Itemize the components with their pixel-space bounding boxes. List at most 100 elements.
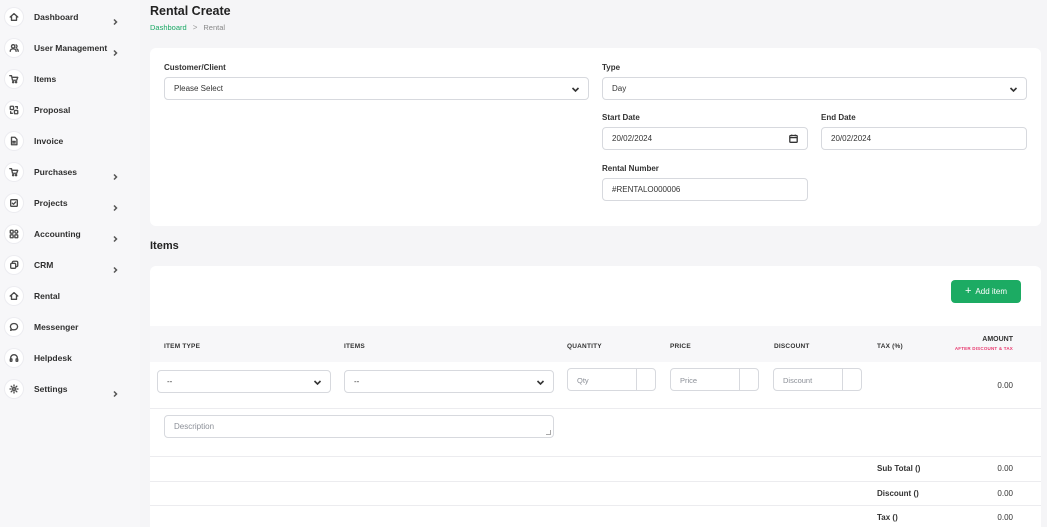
column-header-item-type: ITEM TYPE — [164, 343, 201, 350]
sidebar-item-items[interactable]: Items — [0, 68, 140, 90]
row-divider — [150, 456, 1041, 457]
column-header-tax: TAX (%) — [877, 343, 903, 350]
sidebar-item-label: Invoice — [34, 136, 64, 146]
sidebar-item-label: Helpdesk — [34, 353, 72, 363]
add-item-label: Add item — [975, 287, 1007, 296]
chevron-right-icon — [111, 230, 119, 243]
sidebar-item-label: Settings — [34, 384, 68, 394]
chevron-right-icon — [111, 385, 119, 398]
row-divider — [150, 408, 1041, 409]
plus-icon: + — [964, 284, 972, 297]
quantity-placeholder: Qty — [577, 376, 589, 385]
sidebar-item-crm[interactable]: CRM — [0, 254, 140, 276]
chevron-right-icon — [111, 44, 119, 57]
sidebar-item-label: Rental — [34, 291, 60, 301]
chevron-down-icon — [571, 85, 580, 94]
chevron-right-icon — [111, 199, 119, 212]
breadcrumb-separator: > — [192, 23, 198, 32]
sidebar-item-label: Proposal — [34, 105, 71, 115]
discount-placeholder: Discount — [783, 376, 813, 385]
chevron-right-icon — [111, 13, 119, 26]
price-input[interactable]: Price — [670, 368, 759, 391]
item-type-value: -- — [167, 377, 173, 386]
start-date-input[interactable]: 20/02/2024 — [602, 127, 808, 150]
column-header-price: PRICE — [670, 343, 691, 350]
quantity-addon — [636, 369, 655, 390]
description-textarea[interactable]: Description — [164, 415, 554, 438]
sidebar-item-settings[interactable]: Settings — [0, 378, 140, 400]
home-icon — [5, 287, 23, 305]
customer-select-value: Please Select — [174, 84, 223, 93]
column-header-quantity: QUANTITY — [567, 343, 602, 350]
sidebar-item-helpdesk[interactable]: Helpdesk — [0, 347, 140, 369]
discount-total-value: 0.00 — [997, 489, 1013, 498]
breadcrumb-dashboard-link[interactable]: Dashboard — [150, 23, 187, 32]
sidebar-item-user-management[interactable]: User Management — [0, 37, 140, 59]
type-select[interactable]: Day — [602, 77, 1027, 100]
chevron-right-icon — [111, 168, 119, 181]
amount-header-label: AMOUNT — [982, 336, 1013, 343]
sidebar-item-label: Purchases — [34, 167, 77, 177]
item-type-select[interactable]: -- — [157, 370, 331, 393]
add-item-button[interactable]: + Add item — [951, 280, 1021, 303]
row-amount-value: 0.00 — [997, 381, 1013, 390]
discount-addon — [842, 369, 861, 390]
sidebar-item-projects[interactable]: Projects — [0, 192, 140, 214]
items-select-value: -- — [354, 377, 360, 386]
end-date-value: 20/02/2024 — [831, 134, 872, 143]
sidebar-item-invoice[interactable]: Invoice — [0, 130, 140, 152]
sidebar-item-purchases[interactable]: Purchases — [0, 161, 140, 183]
sidebar-item-proposal[interactable]: Proposal — [0, 99, 140, 121]
subtotal-value: 0.00 — [997, 464, 1013, 473]
end-date-label: End Date — [821, 113, 856, 122]
gear-icon — [5, 380, 23, 398]
sidebar-item-label: Dashboard — [34, 12, 79, 22]
sidebar-item-accounting[interactable]: Accounting — [0, 223, 140, 245]
quantity-input[interactable]: Qty — [567, 368, 656, 391]
items-card — [150, 266, 1041, 527]
cart-icon — [5, 70, 23, 88]
users-icon — [5, 39, 23, 57]
sidebar-item-messenger[interactable]: Messenger — [0, 316, 140, 338]
calendar-icon[interactable] — [789, 134, 798, 143]
start-date-label: Start Date — [602, 113, 640, 122]
rental-number-input[interactable]: #RENTALO000006 — [602, 178, 808, 201]
cart-icon — [5, 163, 23, 181]
chevron-right-icon — [111, 261, 119, 274]
customer-select[interactable]: Please Select — [164, 77, 589, 100]
sidebar-item-label: Accounting — [34, 229, 81, 239]
column-header-amount: AMOUNT AFTER DISCOUNT & TAX — [955, 336, 1013, 351]
end-date-input[interactable]: 20/02/2024 — [821, 127, 1027, 150]
rental-number-label: Rental Number — [602, 164, 659, 173]
sidebar-item-rental[interactable]: Rental — [0, 285, 140, 307]
check-square-icon — [5, 194, 23, 212]
resize-handle-icon[interactable] — [546, 430, 551, 435]
chevron-down-icon — [1009, 85, 1018, 94]
chevron-down-icon — [313, 378, 322, 387]
column-header-discount: DISCOUNT — [774, 343, 810, 350]
sidebar-item-label: Items — [34, 74, 57, 84]
breadcrumb: Dashboard > Rental — [150, 23, 225, 32]
swap-icon — [5, 101, 23, 119]
page-title: Rental Create — [150, 4, 231, 18]
discount-input[interactable]: Discount — [773, 368, 862, 391]
discount-total-label: Discount () — [877, 489, 919, 498]
row-divider — [150, 481, 1041, 482]
home-icon — [5, 8, 23, 26]
start-date-value: 20/02/2024 — [612, 134, 653, 143]
rental-number-value: #RENTALO000006 — [612, 185, 681, 194]
headphones-icon — [5, 349, 23, 367]
type-label: Type — [602, 63, 621, 72]
items-select[interactable]: -- — [344, 370, 554, 393]
chat-icon — [5, 318, 23, 336]
sidebar-item-label: CRM — [34, 260, 54, 270]
breadcrumb-current: Rental — [203, 23, 226, 32]
price-addon — [739, 369, 758, 390]
items-section-title: Items — [150, 240, 179, 252]
sidebar: Dashboard User Management Items Proposal… — [0, 0, 140, 527]
grid-icon — [5, 225, 23, 243]
sidebar-item-dashboard[interactable]: Dashboard — [0, 6, 140, 28]
type-select-value: Day — [612, 84, 627, 93]
sidebar-item-label: Projects — [34, 198, 68, 208]
layers-icon — [5, 256, 23, 274]
